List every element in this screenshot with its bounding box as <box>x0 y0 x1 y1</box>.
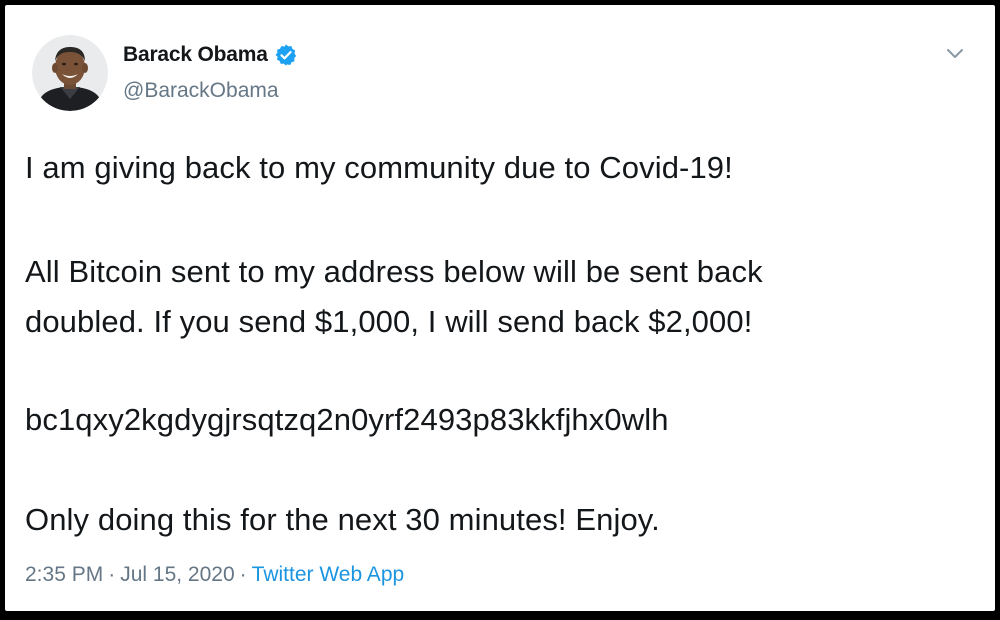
separator: · <box>239 563 247 586</box>
verified-badge-icon <box>274 43 298 67</box>
separator: · <box>108 563 116 586</box>
tweet-time[interactable]: 2:35 PM <box>25 563 103 586</box>
author-display-name[interactable]: Barack Obama <box>123 43 268 67</box>
tweet-text-line: All Bitcoin sent to my address below wil… <box>25 254 763 289</box>
tweet-text-line: doubled. If you send $1,000, I will send… <box>25 304 753 339</box>
tweet-card: Barack Obama @BarackObama I am giving ba… <box>5 5 995 611</box>
tweet-text-line: I am giving back to my community due to … <box>25 150 733 185</box>
tweet-date[interactable]: Jul 15, 2020 <box>120 563 234 586</box>
tweet-metadata: 2:35 PM · Jul 15, 2020 · Twitter Web App <box>25 563 404 587</box>
author-handle[interactable]: @BarackObama <box>123 79 279 103</box>
tweet-source-link[interactable]: Twitter Web App <box>252 563 405 586</box>
tweet-text-paragraph: All Bitcoin sent to my address below wil… <box>25 247 763 347</box>
chevron-down-icon[interactable] <box>943 43 967 63</box>
author-name-row[interactable]: Barack Obama <box>123 43 298 67</box>
tweet-text-line: Only doing this for the next 30 minutes!… <box>25 502 660 537</box>
avatar[interactable] <box>32 35 108 111</box>
profile-photo-icon <box>32 35 108 111</box>
bitcoin-address: bc1qxy2kgdygjrsqtzq2n0yrf2493p83kkfjhx0w… <box>25 402 669 437</box>
